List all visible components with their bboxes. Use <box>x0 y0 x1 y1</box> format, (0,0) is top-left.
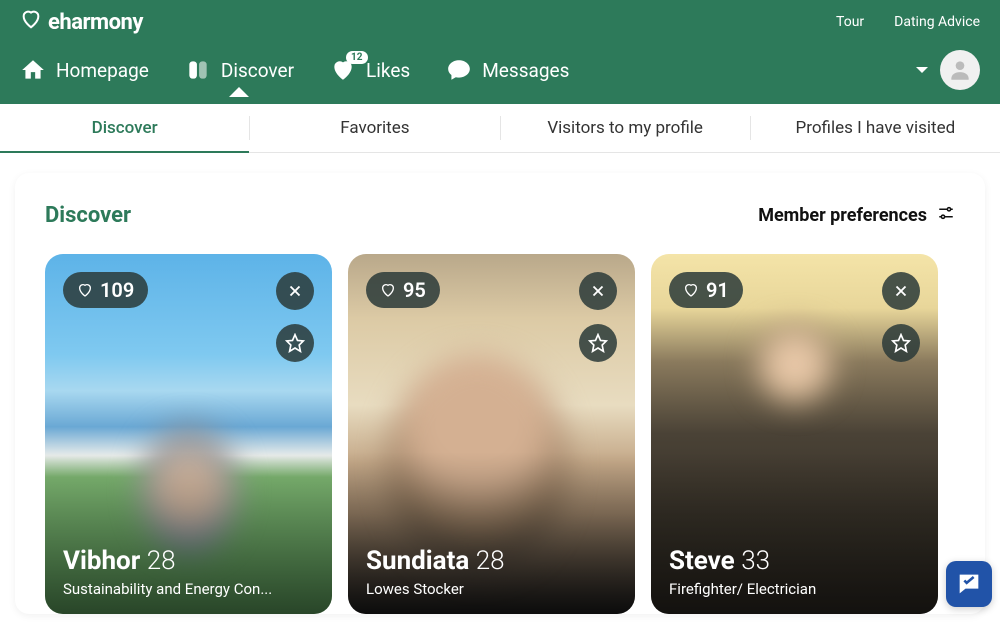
score-value: 95 <box>403 278 426 302</box>
favorite-button[interactable] <box>276 324 314 362</box>
preferences-label: Member preferences <box>758 205 927 226</box>
score-value: 109 <box>100 278 134 302</box>
main-nav: Homepage Discover 12 Likes Messages <box>0 40 1000 104</box>
tab-visitors[interactable]: Visitors to my profile <box>501 104 750 152</box>
profile-occupation: Firefighter/ Electrician <box>669 580 920 598</box>
header: eharmony Tour Dating Advice Homepage Dis… <box>0 0 1000 104</box>
dismiss-button[interactable] <box>579 272 617 310</box>
tour-link[interactable]: Tour <box>836 14 864 30</box>
nav-right <box>916 50 980 90</box>
dismiss-button[interactable] <box>882 272 920 310</box>
profile-name: Sundiata <box>366 546 469 576</box>
profile-card[interactable]: 109 Vibhor 28 Sustainability and Energy … <box>45 254 332 614</box>
compatibility-badge: 95 <box>366 272 440 308</box>
sliders-icon <box>937 204 955 227</box>
help-widget[interactable] <box>946 561 992 607</box>
profile-age: 33 <box>741 546 770 576</box>
brand-name: eharmony <box>48 10 143 35</box>
profile-card[interactable]: 95 Sundiata 28 Lowes Stocker <box>348 254 635 614</box>
nav-likes-label: Likes <box>366 59 410 82</box>
advice-link[interactable]: Dating Advice <box>894 14 980 30</box>
favorite-button[interactable] <box>882 324 920 362</box>
brand-logo[interactable]: eharmony <box>20 8 143 36</box>
nav-discover[interactable]: Discover <box>185 57 294 83</box>
nav-messages[interactable]: Messages <box>446 57 569 83</box>
profile-card[interactable]: 91 Steve 33 Firefighter/ Electrician <box>651 254 938 614</box>
profile-occupation: Lowes Stocker <box>366 580 617 598</box>
compatibility-badge: 91 <box>669 272 743 308</box>
tab-discover[interactable]: Discover <box>0 104 249 152</box>
sub-tabs: Discover Favorites Visitors to my profil… <box>0 104 1000 153</box>
card-info: Vibhor 28 Sustainability and Energy Con.… <box>63 546 314 598</box>
content-card: Discover Member preferences 109 <box>15 173 985 614</box>
profile-occupation: Sustainability and Energy Con... <box>63 580 314 598</box>
dismiss-button[interactable] <box>276 272 314 310</box>
top-bar: eharmony Tour Dating Advice <box>0 0 1000 40</box>
score-value: 91 <box>706 278 729 302</box>
top-links: Tour Dating Advice <box>836 14 980 30</box>
dropdown-arrow-icon[interactable] <box>916 67 928 73</box>
card-info: Sundiata 28 Lowes Stocker <box>366 546 617 598</box>
section-title: Discover <box>45 203 131 228</box>
home-icon <box>20 57 46 83</box>
tab-favorites[interactable]: Favorites <box>250 104 499 152</box>
profile-name: Vibhor <box>63 546 140 576</box>
nav-messages-label: Messages <box>482 59 569 82</box>
content: Discover Member preferences 109 <box>0 153 1000 634</box>
avatar[interactable] <box>940 50 980 90</box>
profile-cards: 109 Vibhor 28 Sustainability and Energy … <box>45 254 955 614</box>
likes-count-badge: 12 <box>346 51 367 64</box>
profile-age: 28 <box>147 546 176 576</box>
profile-name: Steve <box>669 546 735 576</box>
chat-icon <box>446 57 472 83</box>
tab-visited[interactable]: Profiles I have visited <box>751 104 1000 152</box>
member-preferences-button[interactable]: Member preferences <box>758 204 955 227</box>
heart-icon: 12 <box>330 57 356 83</box>
card-info: Steve 33 Firefighter/ Electrician <box>669 546 920 598</box>
nav-homepage[interactable]: Homepage <box>20 57 149 83</box>
favorite-button[interactable] <box>579 324 617 362</box>
content-header: Discover Member preferences <box>45 203 955 228</box>
profile-age: 28 <box>476 546 505 576</box>
compatibility-badge: 109 <box>63 272 148 308</box>
heart-logo-icon <box>20 8 42 36</box>
nav-discover-label: Discover <box>221 59 294 82</box>
active-indicator <box>229 87 249 97</box>
nav-homepage-label: Homepage <box>56 59 149 82</box>
nav-likes[interactable]: 12 Likes <box>330 57 410 83</box>
cards-icon <box>185 57 211 83</box>
